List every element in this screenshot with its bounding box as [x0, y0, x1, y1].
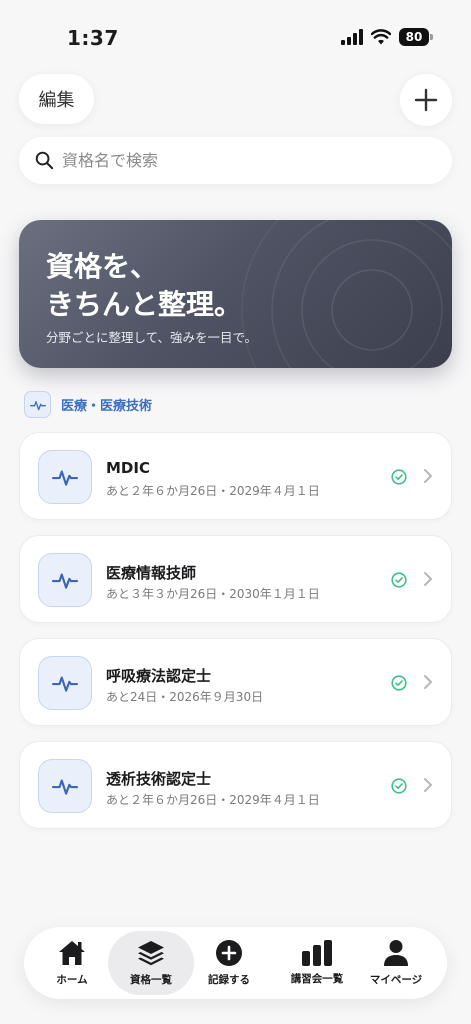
person-icon	[384, 940, 408, 966]
certification-expiry: あと３年３か月26日・2030年１月１日	[106, 587, 320, 601]
status-time: 1:37	[67, 26, 119, 50]
wifi-icon	[371, 29, 391, 45]
check-circle-icon	[391, 572, 407, 588]
home-icon	[59, 941, 85, 965]
certification-name: 透析技術認定士	[106, 770, 212, 788]
hero-banner: 資格を、 きちんと整理。 分野ごとに整理して、強みを一目で。	[19, 220, 452, 368]
add-button[interactable]	[400, 74, 452, 126]
tab-bar: ホーム 資格一覧 記録する 講習会一覧 マイページ	[24, 927, 447, 999]
pulse-icon	[38, 450, 92, 504]
certification-expiry: あと24日・2026年９月30日	[106, 690, 264, 704]
certification-name: 医療情報技師	[106, 564, 197, 582]
certification-expiry: あと２年６か月26日・2029年４月１日	[106, 484, 320, 498]
edit-button[interactable]: 編集	[19, 74, 94, 124]
chevron-right-icon	[424, 572, 432, 586]
certification-card[interactable]: 医療情報技師 あと３年３か月26日・2030年１月１日	[19, 535, 452, 623]
status-bar: 1:37 80	[0, 24, 471, 54]
search-input[interactable]	[62, 151, 422, 170]
signal-icon	[341, 29, 363, 45]
status-indicators: 80	[341, 28, 433, 46]
plus-icon	[414, 88, 438, 112]
pulse-icon	[24, 391, 51, 418]
tab-label: マイページ	[369, 974, 423, 986]
tab-label: 記録する	[208, 974, 250, 986]
chevron-right-icon	[424, 675, 432, 689]
pulse-icon	[38, 656, 92, 710]
bar-chart-icon	[302, 940, 332, 966]
certification-expiry: あと２年６か月26日・2029年４月１日	[106, 793, 320, 807]
tab-record[interactable]: 記録する	[190, 931, 268, 995]
section-header: 医療・医療技術	[24, 391, 152, 418]
hero-title: 資格を、 きちんと整理。	[46, 250, 243, 321]
chevron-right-icon	[424, 778, 432, 792]
tab-label: 資格一覧	[130, 974, 172, 986]
tab-label: ホーム	[56, 974, 88, 986]
certification-name: 呼吸療法認定士	[106, 667, 212, 685]
section-label: 医療・医療技術	[61, 399, 153, 414]
layers-icon	[138, 941, 164, 966]
search-icon	[35, 151, 54, 170]
certification-name: MDIC	[106, 459, 150, 477]
app-screen: 1:37 80 編集 資格名で検索 資格を、 きちんと整理。 分野ごとに整理して…	[0, 0, 471, 1024]
certification-card[interactable]: MDIC あと２年６か月26日・2029年４月１日	[19, 432, 452, 520]
pulse-icon	[38, 759, 92, 813]
check-circle-icon	[391, 469, 407, 485]
tab-mypage[interactable]: マイページ	[356, 931, 436, 995]
hero-subtitle: 分野ごとに整理して、強みを一目で。	[46, 330, 258, 345]
battery-indicator: 80	[399, 28, 433, 46]
certification-card[interactable]: 透析技術認定士 あと２年６か月26日・2029年４月１日	[19, 741, 452, 829]
tab-home[interactable]: ホーム	[32, 931, 112, 995]
check-circle-icon	[391, 675, 407, 691]
certification-card[interactable]: 呼吸療法認定士 あと24日・2026年９月30日	[19, 638, 452, 726]
tab-label: 講習会一覧	[290, 973, 344, 985]
chevron-right-icon	[424, 469, 432, 483]
search-bar[interactable]	[19, 137, 452, 184]
pulse-icon	[38, 553, 92, 607]
tab-certifications[interactable]: 資格一覧	[108, 931, 194, 995]
plus-circle-icon	[216, 940, 242, 966]
tab-seminars[interactable]: 講習会一覧	[270, 931, 364, 995]
check-circle-icon	[391, 778, 407, 794]
